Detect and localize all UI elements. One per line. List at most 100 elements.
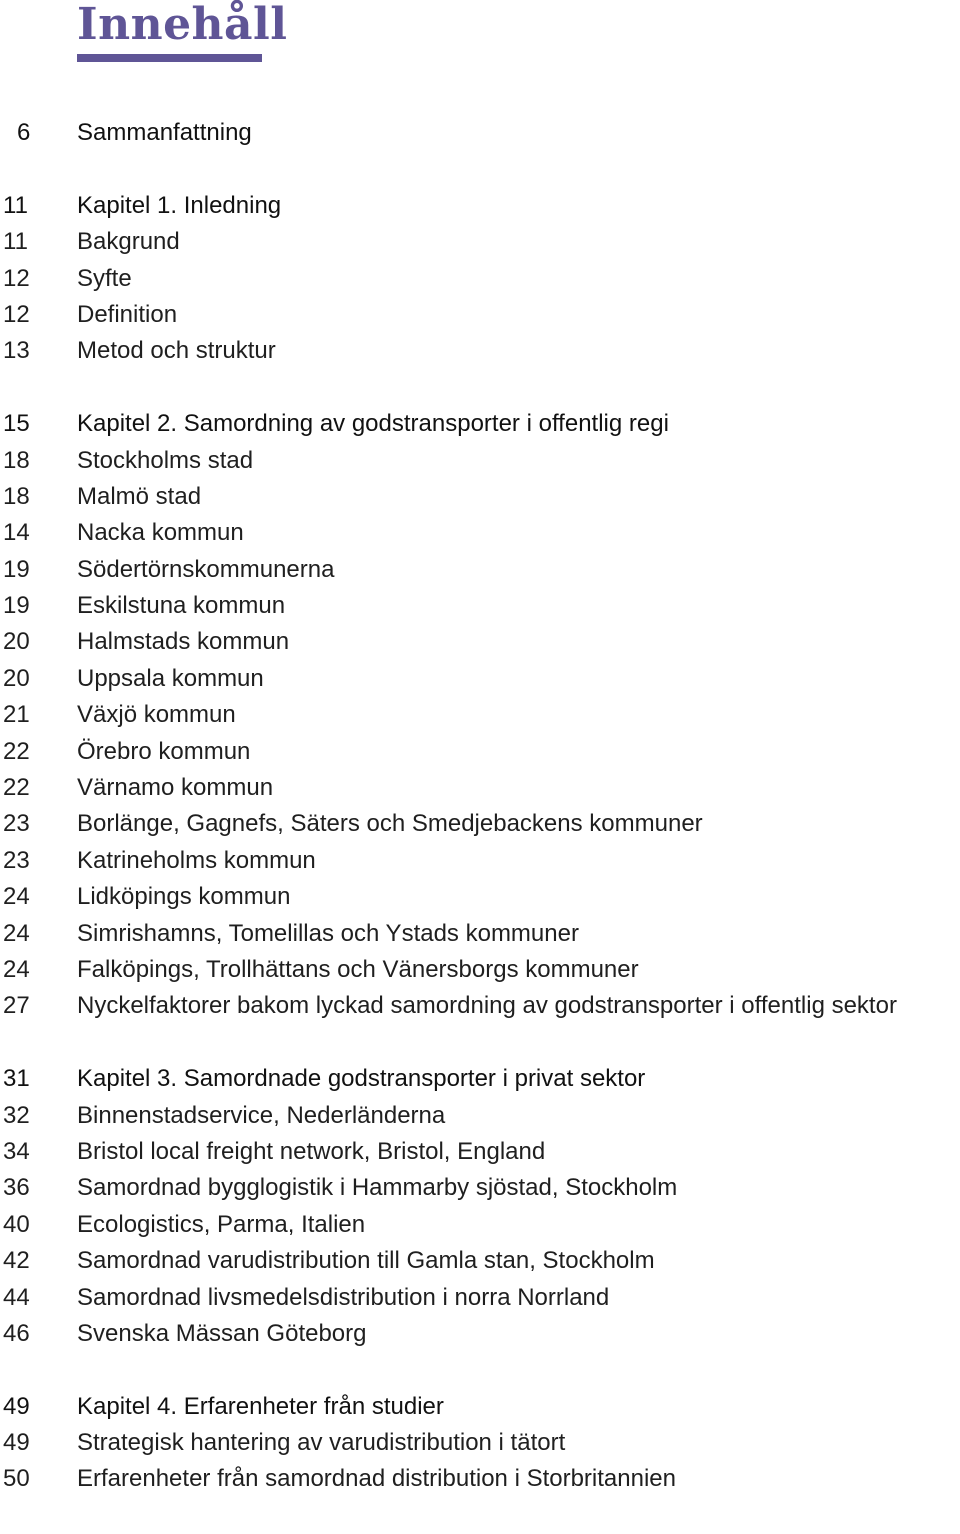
page-number: 13 [3, 337, 30, 365]
entry-label: Malmö stad [77, 482, 202, 510]
page-number: 21 [3, 701, 30, 729]
page-title: Innehåll [77, 0, 288, 50]
toc-section: 15 Kapitel 2. Samordning av godstransport… [0, 406, 960, 1025]
entry-label: Växjö kommun [77, 701, 236, 729]
entry-label: Nacka kommun [77, 519, 244, 547]
entry-label: Svenska Mässan Göteborg [77, 1319, 367, 1347]
page-number: 11 [3, 228, 28, 256]
page-number: 49 [3, 1429, 30, 1457]
toc-section: 31 Kapitel 3. Samordnade godstransporter … [0, 1061, 960, 1352]
entry-label: Falköpings, Trollhättans och Vänersborgs… [77, 955, 639, 983]
entry-label: Södertörnskommunerna [77, 555, 335, 583]
entry-label: Binnenstadservice, Nederländerna [77, 1101, 446, 1129]
toc-entry[interactable]: 27 Nyckelfaktorer bakom lyckad samordning… [0, 988, 960, 1024]
toc-entry[interactable]: 19 Eskilstuna kommun [0, 588, 960, 624]
toc-chapter-entry[interactable]: 15 Kapitel 2. Samordning av godstransport… [0, 406, 960, 442]
entry-label: Uppsala kommun [77, 664, 264, 692]
toc-entry[interactable]: 19 Södertörnskommunerna [0, 552, 960, 588]
entry-label: Erfarenheter från samordnad distribution… [77, 1465, 676, 1493]
entry-label: Ecologistics, Parma, Italien [77, 1210, 366, 1238]
toc-entry[interactable]: 50 Erfarenheter från samordnad distributi… [0, 1461, 960, 1497]
page-number: 40 [3, 1210, 30, 1238]
page-number: 12 [3, 300, 30, 328]
entry-label: Kapitel 4. Erfarenheter från studier [77, 1392, 444, 1420]
title-underline [77, 54, 262, 62]
toc-chapter-entry[interactable]: 31 Kapitel 3. Samordnade godstransporter … [0, 1061, 960, 1097]
toc-chapter-entry[interactable]: 6 Sammanfattning [0, 115, 960, 151]
entry-label: Sammanfattning [77, 119, 252, 146]
toc-entry[interactable]: 23 Borlänge, Gagnefs, Säters och Smedjeba… [0, 806, 960, 842]
entry-label: Syfte [77, 264, 132, 292]
entry-label: Simrishamns, Tomelillas och Ystads kommu… [77, 919, 579, 947]
entry-label: Metod och struktur [77, 337, 276, 365]
toc-chapter-entry[interactable]: 11 Kapitel 1. Inledning [0, 188, 960, 224]
entry-label: Bakgrund [77, 228, 180, 256]
page-number: 32 [3, 1101, 30, 1129]
page-number: 50 [3, 1465, 30, 1493]
entry-label: Definition [77, 300, 178, 328]
page-number: 49 [3, 1392, 30, 1420]
toc-entry[interactable]: 20 Uppsala kommun [0, 661, 960, 697]
toc-entry[interactable]: 14 Nacka kommun [0, 515, 960, 551]
toc-entry[interactable]: 32 Binnenstadservice, Nederländerna [0, 1098, 960, 1134]
toc-entry[interactable]: 21 Växjö kommun [0, 697, 960, 733]
page-number: 24 [3, 883, 30, 911]
toc-entry[interactable]: 46 Svenska Mässan Göteborg [0, 1316, 960, 1352]
toc-entry[interactable]: 12 Definition [0, 297, 960, 333]
toc-section: 49 Kapitel 4. Erfarenheter från studier 49… [0, 1389, 960, 1498]
entry-label: Eskilstuna kommun [77, 592, 286, 620]
toc-entry[interactable]: 36 Samordnad bygglogistik i Hammarby sjös… [0, 1170, 960, 1206]
entry-label: Strategisk hantering av varudistribution… [77, 1429, 566, 1457]
toc-entry[interactable]: 40 Ecologistics, Parma, Italien [0, 1207, 960, 1243]
page-number: 31 [3, 1065, 30, 1093]
toc-entry[interactable]: 22 Värnamo kommun [0, 770, 960, 806]
toc-entry[interactable]: 22 Örebro kommun [0, 734, 960, 770]
toc-entry[interactable]: 20 Halmstads kommun [0, 624, 960, 660]
toc-entry[interactable]: 23 Katrineholms kommun [0, 843, 960, 879]
toc-entry[interactable]: 12 Syfte [0, 261, 960, 297]
page-header: Innehåll [77, 0, 288, 62]
page-number: 36 [3, 1174, 30, 1202]
entry-label: Lidköpings kommun [77, 883, 291, 911]
toc-entry[interactable]: 44 Samordnad livsmedelsdistribution i nor… [0, 1280, 960, 1316]
page-number: 24 [3, 919, 30, 947]
entry-label: Katrineholms kommun [77, 846, 316, 874]
entry-label: Kapitel 1. Inledning [77, 191, 282, 219]
page-number: 22 [3, 774, 30, 802]
entry-label: Borlänge, Gagnefs, Säters och Smedjeback… [77, 810, 703, 838]
entry-label: Kapitel 2. Samordning av godstransporter… [77, 410, 669, 438]
page-number: 19 [3, 592, 30, 620]
entry-label: Samordnad varudistribution till Gamla st… [77, 1247, 655, 1275]
toc-entry[interactable]: 24 Simrishamns, Tomelillas och Ystads kom… [0, 916, 960, 952]
toc-entry[interactable]: 24 Lidköpings kommun [0, 879, 960, 915]
page-number: 34 [3, 1137, 30, 1165]
toc-entry[interactable]: 49 Strategisk hantering av varudistributi… [0, 1425, 960, 1461]
page-number: 6 [17, 119, 31, 146]
toc-entry[interactable]: 24 Falköpings, Trollhättans och Vänersbor… [0, 952, 960, 988]
toc-section: 6 Sammanfattning [0, 115, 960, 151]
page-number: 12 [3, 264, 30, 292]
toc-section: 11 Kapitel 1. Inledning 11 Bakgrund 12 Syfte 1… [0, 188, 960, 370]
table-of-contents: 6 Sammanfattning 11 Kapitel 1. Inledning 11 B… [0, 115, 960, 1534]
entry-label: Halmstads kommun [77, 628, 290, 656]
page-number: 19 [3, 555, 30, 583]
toc-entry[interactable]: 13 Metod och struktur [0, 333, 960, 369]
entry-label: Samordnad bygglogistik i Hammarby sjösta… [77, 1174, 678, 1202]
page-number: 27 [3, 992, 30, 1020]
page-number: 18 [3, 446, 30, 474]
toc-entry[interactable]: 18 Stockholms stad [0, 443, 960, 479]
entry-label: Örebro kommun [77, 737, 251, 765]
toc-entry[interactable]: 42 Samordnad varudistribution till Gamla … [0, 1243, 960, 1279]
toc-chapter-entry[interactable]: 49 Kapitel 4. Erfarenheter från studier [0, 1389, 960, 1425]
page-number: 20 [3, 628, 30, 656]
toc-entry[interactable]: 11 Bakgrund [0, 224, 960, 260]
page-number: 11 [3, 191, 28, 219]
page-number: 14 [3, 519, 30, 547]
page-number: 23 [3, 810, 30, 838]
page-number: 46 [3, 1319, 30, 1347]
toc-entry[interactable]: 18 Malmö stad [0, 479, 960, 515]
entry-label: Stockholms stad [77, 446, 254, 474]
entry-label: Samordnad livsmedelsdistribution i norra… [77, 1283, 610, 1311]
toc-entry[interactable]: 34 Bristol local freight network, Bristol… [0, 1134, 960, 1170]
entry-label: Värnamo kommun [77, 774, 274, 802]
